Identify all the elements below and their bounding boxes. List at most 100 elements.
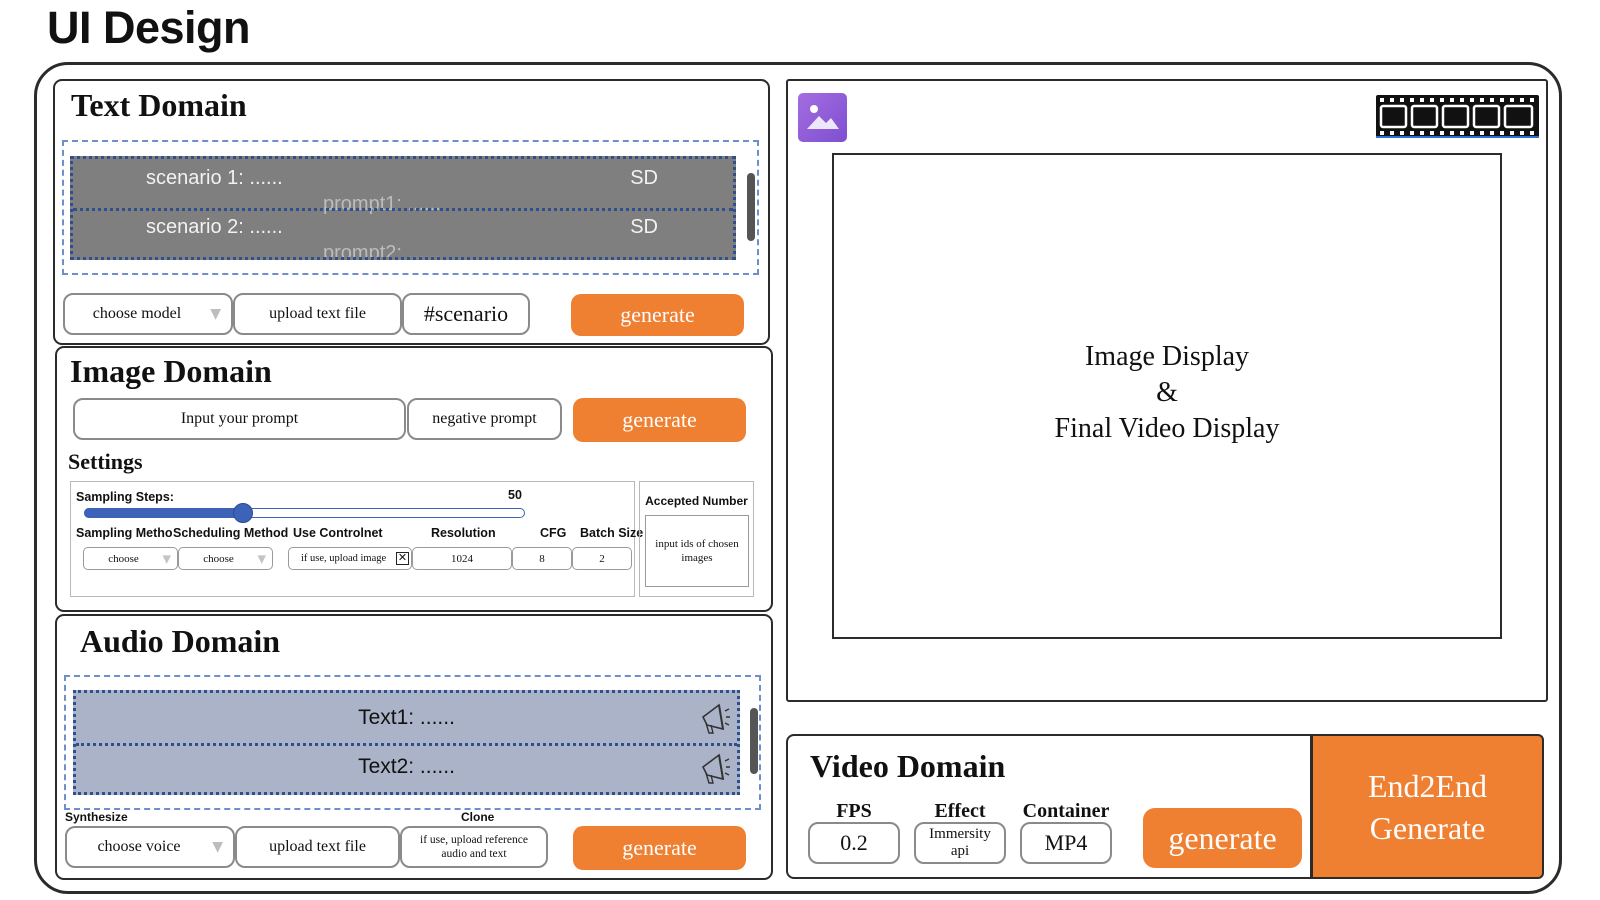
checkbox-x-icon[interactable]: ✕ [396,552,409,565]
fps-input[interactable]: 0.2 [808,822,900,864]
cfg-input[interactable]: 8 [512,547,572,570]
audio-domain-title: Audio Domain [80,623,281,659]
container-value: MP4 [1044,830,1088,855]
triangle-down-icon: ▼ [162,552,171,565]
upload-text-file-button[interactable]: upload text file [233,293,402,335]
image-icon[interactable] [798,93,847,142]
triangle-down-icon: ▼ [257,552,266,565]
batch-size-label: Batch Size [580,526,644,540]
video-domain-title: Video Domain [810,748,1006,784]
video-generate-button[interactable]: generate [1143,808,1302,868]
batch-size-value: 2 [599,552,605,565]
audio-upload-text-label: upload text file [269,838,366,855]
resolution-input[interactable]: 1024 [412,547,512,570]
controlnet-label: Use Controlnet [293,526,383,540]
controlnet-value: if use, upload image [301,553,387,564]
megaphone-icon[interactable] [699,699,731,737]
container-label: Container [1022,800,1110,822]
audio-text-list[interactable]: Text1: ...... Text2: ...... [73,690,740,795]
choose-voice-label: choose voice [97,838,181,855]
audio-text: Text1: ...... [358,705,455,729]
effect-label: Effect [934,800,986,822]
scenario-label: scenario 2: ...... [146,216,283,238]
text-domain-panel: Text Domain scenario 1: ...... SD prompt… [53,79,770,345]
negative-prompt-input[interactable]: negative prompt [407,398,562,440]
generate-label: Generate [1369,809,1486,846]
scheduling-method-dropdown[interactable]: choose ▼ [178,547,273,570]
image-generate-button[interactable]: generate [573,398,746,442]
scenario-model[interactable]: SD [630,167,658,190]
clone-label: Clone [461,810,495,824]
sampling-method-value: choose [108,552,139,565]
film-strip-icon[interactable] [1376,95,1539,138]
audio-upload-text-button[interactable]: upload text file [235,826,400,868]
cfg-value: 8 [539,552,545,565]
audio-scrollbar[interactable] [750,708,758,774]
image-domain-panel: Image Domain Input your prompt negative … [55,346,773,612]
end2end-label: End2End [1367,767,1488,804]
clone-upload[interactable]: if use, upload reference audio and text [400,826,548,868]
end2end-generate-button[interactable]: End2End Generate [1311,734,1544,879]
audio-text-row-2[interactable]: Text2: ...... [76,743,737,793]
sampling-method-dropdown[interactable]: choose ▼ [83,547,178,570]
prompt-placeholder: Input your prompt [180,410,299,427]
negative-prompt-placeholder: negative prompt [432,410,537,427]
display-caption-line-1: Image Display [1084,341,1250,372]
clone-value: if use, upload reference audio and text [420,834,528,860]
batch-size-input[interactable]: 2 [572,547,632,570]
effect-value: Immersity api [929,826,991,859]
accepted-number-placeholder: input ids of chosen images [655,538,739,564]
video-domain-panel: Video Domain FPS Effect Container 0.2 Im… [786,734,1312,879]
resolution-value: 1024 [451,552,473,565]
accepted-number-input[interactable]: input ids of chosen images [645,515,749,587]
slider-fill [84,508,243,518]
prompt-input[interactable]: Input your prompt [73,398,406,440]
upload-text-file-label: upload text file [269,305,366,322]
cfg-label: CFG [540,526,567,540]
effect-input[interactable]: Immersity api [914,822,1006,864]
megaphone-icon[interactable] [699,749,731,787]
scenario-scrollbar[interactable] [747,173,755,241]
page-title: UI Design [47,2,251,53]
controlnet-upload[interactable]: if use, upload image ✕ [288,547,412,570]
scheduling-method-value: choose [203,552,234,565]
audio-text: Text2: ...... [358,755,455,779]
sampling-steps-label: Sampling Steps: [76,490,174,504]
display-caption-line-3: Final Video Display [1054,413,1280,444]
display-caption: Image Display & Final Video Display [834,339,1500,447]
triangle-down-icon: ▼ [212,839,223,855]
choose-model-dropdown[interactable]: choose model ▼ [63,293,233,335]
triangle-down-icon: ▼ [210,306,221,322]
audio-generate-button[interactable]: generate [573,826,746,870]
container-input[interactable]: MP4 [1020,822,1112,864]
sampling-steps-slider[interactable] [84,503,525,523]
sampling-method-label: Sampling Method [76,526,181,540]
choose-model-label: choose model [92,305,182,322]
fps-value: 0.2 [840,830,868,855]
display-canvas: Image Display & Final Video Display [832,153,1502,639]
scenario-count-label: #scenario [423,301,509,326]
slider-handle[interactable] [232,503,253,523]
fps-label: FPS [836,800,872,822]
choose-voice-dropdown[interactable]: choose voice ▼ [65,826,235,868]
resolution-label: Resolution [431,526,496,540]
scenario-row-1[interactable]: scenario 1: ...... SD prompt1: ...... [73,159,733,215]
scenario-label: scenario 1: ...... [146,167,283,189]
settings-title: Settings [68,449,143,474]
text-domain-title: Text Domain [71,87,247,123]
display-panel: Image Display & Final Video Display [786,79,1548,702]
text-generate-button[interactable]: generate [571,294,744,336]
audio-text-row-1[interactable]: Text1: ...... [76,693,737,743]
display-caption-line-2: & [1156,377,1178,408]
audio-domain-panel: Audio Domain Text1: ...... Text2: ......… [55,614,773,880]
scenario-prompt: prompt2: ...... [323,242,441,260]
scenario-count-input[interactable]: #scenario [402,293,530,335]
sampling-steps-value: 50 [508,488,522,502]
scheduling-method-label: Scheduling Method [173,526,289,540]
synthesize-label: Synthesize [65,810,128,824]
scenario-row-2[interactable]: scenario 2: ...... SD prompt2: ...... [73,208,733,257]
scenario-model[interactable]: SD [630,216,658,239]
accepted-number-label: Accepted Number [645,494,748,508]
image-domain-title: Image Domain [70,353,272,389]
scenario-list[interactable]: scenario 1: ...... SD prompt1: ...... sc… [70,156,736,260]
